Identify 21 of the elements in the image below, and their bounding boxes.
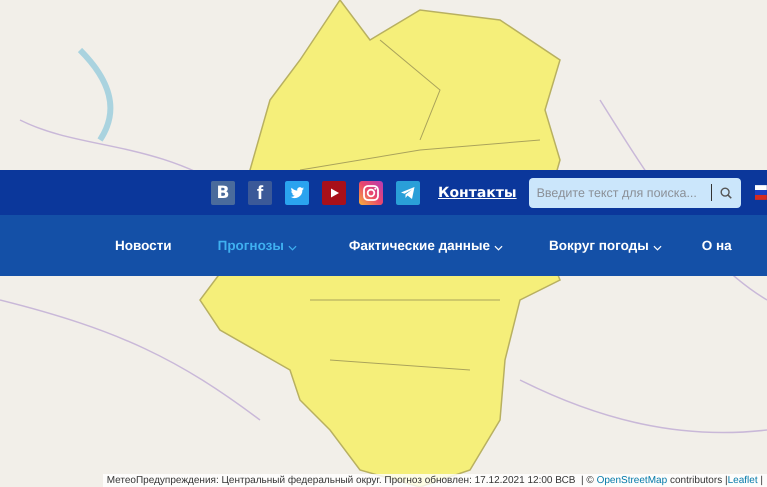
search-icon[interactable] xyxy=(719,186,734,200)
openstreetmap-link[interactable]: OpenStreetMap xyxy=(596,475,668,486)
contacts-link[interactable]: Контакты xyxy=(438,184,517,200)
facebook-icon[interactable]: f xyxy=(248,180,272,204)
nav-tab[interactable]: О на xyxy=(702,238,732,253)
nav-tab[interactable]: Новости xyxy=(115,238,172,253)
search-bar[interactable]: Введите текст для поиска... xyxy=(528,178,742,208)
camera-icon[interactable] xyxy=(359,180,383,204)
caret-icon xyxy=(288,244,297,250)
search-field[interactable]: Введите текст для поиска... xyxy=(536,186,704,200)
attribution-text: МетеоПредупреждения: Центральный федеральный округ. Прогноз обновлен: 17.12.2021 12:00 ВСВ | © OpenStreetMap contributors |Leaflet | xyxy=(102,474,767,487)
nav-tab[interactable]: Вокруг погоды xyxy=(549,238,662,253)
caret-icon xyxy=(494,244,504,250)
vk-icon[interactable]: В xyxy=(211,180,235,204)
paper-plane-icon[interactable] xyxy=(396,180,420,204)
nav-tab[interactable]: Фактические данные xyxy=(348,238,504,253)
flag-icon[interactable] xyxy=(755,185,767,200)
caret-icon xyxy=(652,244,662,250)
play-icon[interactable] xyxy=(322,180,346,204)
bird-icon[interactable] xyxy=(285,180,309,204)
leaflet-link[interactable]: Leaflet xyxy=(728,475,758,486)
